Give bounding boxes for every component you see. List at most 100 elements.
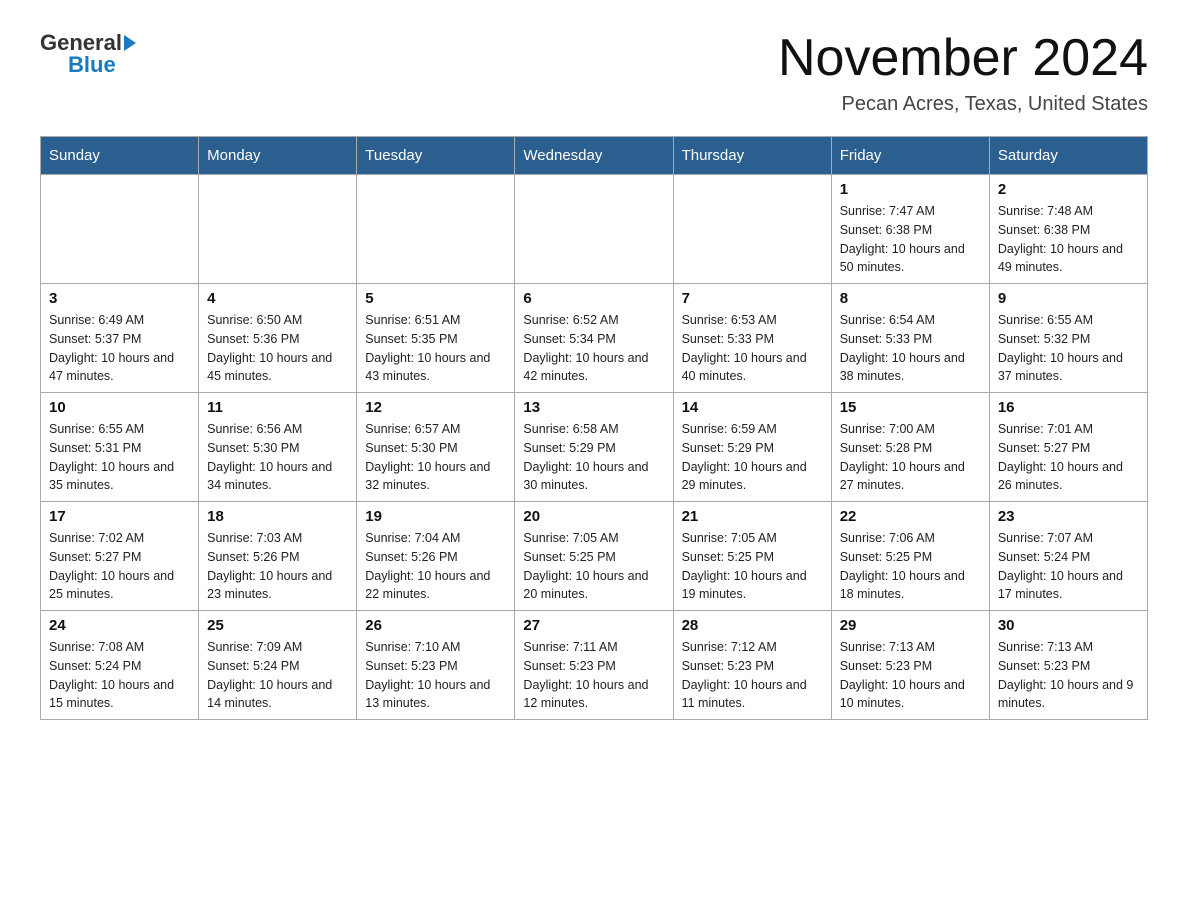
- day-number: 10: [49, 399, 190, 416]
- calendar-cell-w4-d1: 25Sunrise: 7:09 AM Sunset: 5:24 PM Dayli…: [199, 611, 357, 720]
- header: General Blue November 2024 Pecan Acres, …: [40, 30, 1148, 116]
- logo-blue: Blue: [68, 52, 116, 78]
- day-info: Sunrise: 7:10 AM Sunset: 5:23 PM Dayligh…: [365, 638, 506, 713]
- day-info: Sunrise: 6:54 AM Sunset: 5:33 PM Dayligh…: [840, 311, 981, 386]
- day-info: Sunrise: 7:03 AM Sunset: 5:26 PM Dayligh…: [207, 529, 348, 604]
- calendar-cell-w2-d3: 13 Sunrise: 6:58 AM Sunset: 5:29 PM Dayli…: [515, 393, 673, 502]
- day-number: 15: [840, 399, 981, 416]
- calendar-cell-w4-d6: 30Sunrise: 7:13 AM Sunset: 5:23 PM Dayli…: [989, 611, 1147, 720]
- calendar-cell-w1-d1: 4 Sunrise: 6:50 AM Sunset: 5:36 PM Daylig…: [199, 284, 357, 393]
- day-number: 3: [49, 290, 190, 307]
- day-number: 23: [998, 508, 1139, 525]
- day-number: 21: [682, 508, 823, 525]
- day-number: 2: [998, 181, 1139, 198]
- day-info: Sunrise: 7:48 AM Sunset: 6:38 PM Dayligh…: [998, 202, 1139, 277]
- day-info: Sunrise: 7:13 AM Sunset: 5:23 PM Dayligh…: [840, 638, 981, 713]
- day-info: Sunrise: 7:02 AM Sunset: 5:27 PM Dayligh…: [49, 529, 190, 604]
- calendar-cell-w2-d4: 14 Sunrise: 6:59 AM Sunset: 5:29 PM Dayli…: [673, 393, 831, 502]
- day-number: 22: [840, 508, 981, 525]
- day-info: Sunrise: 6:55 AM Sunset: 5:32 PM Dayligh…: [998, 311, 1139, 386]
- calendar-cell-w1-d0: 3Sunrise: 6:49 AM Sunset: 5:37 PM Daylig…: [41, 284, 199, 393]
- calendar-cell-w1-d3: 6Sunrise: 6:52 AM Sunset: 5:34 PM Daylig…: [515, 284, 673, 393]
- day-number: 24: [49, 617, 190, 634]
- calendar-cell-w1-d5: 8 Sunrise: 6:54 AM Sunset: 5:33 PM Daylig…: [831, 284, 989, 393]
- calendar-cell-w0-d4: [673, 175, 831, 284]
- title-area: November 2024 Pecan Acres, Texas, United…: [778, 30, 1148, 116]
- weekday-header-saturday: Saturday: [989, 137, 1147, 175]
- day-info: Sunrise: 6:55 AM Sunset: 5:31 PM Dayligh…: [49, 420, 190, 495]
- calendar-cell-w1-d4: 7 Sunrise: 6:53 AM Sunset: 5:33 PM Daylig…: [673, 284, 831, 393]
- day-number: 18: [207, 508, 348, 525]
- day-info: Sunrise: 7:04 AM Sunset: 5:26 PM Dayligh…: [365, 529, 506, 604]
- day-info: Sunrise: 6:52 AM Sunset: 5:34 PM Dayligh…: [523, 311, 664, 386]
- weekday-header-row: SundayMondayTuesdayWednesdayThursdayFrid…: [41, 137, 1148, 175]
- day-number: 16: [998, 399, 1139, 416]
- day-info: Sunrise: 7:08 AM Sunset: 5:24 PM Dayligh…: [49, 638, 190, 713]
- day-number: 7: [682, 290, 823, 307]
- calendar-cell-w2-d2: 12 Sunrise: 6:57 AM Sunset: 5:30 PM Dayli…: [357, 393, 515, 502]
- day-number: 5: [365, 290, 506, 307]
- logo: General Blue: [40, 30, 140, 78]
- day-info: Sunrise: 6:56 AM Sunset: 5:30 PM Dayligh…: [207, 420, 348, 495]
- calendar-cell-w0-d3: [515, 175, 673, 284]
- day-info: Sunrise: 6:58 AM Sunset: 5:29 PM Dayligh…: [523, 420, 664, 495]
- calendar-cell-w0-d5: 1 Sunrise: 7:47 AM Sunset: 6:38 PM Daylig…: [831, 175, 989, 284]
- day-number: 20: [523, 508, 664, 525]
- day-info: Sunrise: 7:13 AM Sunset: 5:23 PM Dayligh…: [998, 638, 1139, 713]
- calendar-cell-w2-d1: 11 Sunrise: 6:56 AM Sunset: 5:30 PM Dayli…: [199, 393, 357, 502]
- day-info: Sunrise: 7:01 AM Sunset: 5:27 PM Dayligh…: [998, 420, 1139, 495]
- day-number: 11: [207, 399, 348, 416]
- calendar-cell-w0-d2: [357, 175, 515, 284]
- day-number: 19: [365, 508, 506, 525]
- weekday-header-monday: Monday: [199, 137, 357, 175]
- calendar: SundayMondayTuesdayWednesdayThursdayFrid…: [40, 136, 1148, 720]
- day-info: Sunrise: 7:11 AM Sunset: 5:23 PM Dayligh…: [523, 638, 664, 713]
- day-info: Sunrise: 6:50 AM Sunset: 5:36 PM Dayligh…: [207, 311, 348, 386]
- weekday-header-tuesday: Tuesday: [357, 137, 515, 175]
- calendar-cell-w2-d6: 16 Sunrise: 7:01 AM Sunset: 5:27 PM Dayli…: [989, 393, 1147, 502]
- calendar-cell-w3-d1: 18 Sunrise: 7:03 AM Sunset: 5:26 PM Dayli…: [199, 502, 357, 611]
- calendar-cell-w4-d5: 29 Sunrise: 7:13 AM Sunset: 5:23 PM Dayli…: [831, 611, 989, 720]
- day-info: Sunrise: 7:06 AM Sunset: 5:25 PM Dayligh…: [840, 529, 981, 604]
- week-row-1: 3Sunrise: 6:49 AM Sunset: 5:37 PM Daylig…: [41, 284, 1148, 393]
- day-info: Sunrise: 7:07 AM Sunset: 5:24 PM Dayligh…: [998, 529, 1139, 604]
- day-number: 14: [682, 399, 823, 416]
- subtitle: Pecan Acres, Texas, United States: [778, 93, 1148, 116]
- calendar-cell-w3-d2: 19 Sunrise: 7:04 AM Sunset: 5:26 PM Dayli…: [357, 502, 515, 611]
- day-number: 4: [207, 290, 348, 307]
- calendar-cell-w4-d0: 24 Sunrise: 7:08 AM Sunset: 5:24 PM Dayli…: [41, 611, 199, 720]
- day-number: 1: [840, 181, 981, 198]
- day-info: Sunrise: 7:47 AM Sunset: 6:38 PM Dayligh…: [840, 202, 981, 277]
- calendar-cell-w0-d1: [199, 175, 357, 284]
- day-number: 27: [523, 617, 664, 634]
- day-info: Sunrise: 6:51 AM Sunset: 5:35 PM Dayligh…: [365, 311, 506, 386]
- week-row-2: 10 Sunrise: 6:55 AM Sunset: 5:31 PM Dayli…: [41, 393, 1148, 502]
- weekday-header-wednesday: Wednesday: [515, 137, 673, 175]
- day-info: Sunrise: 7:05 AM Sunset: 5:25 PM Dayligh…: [682, 529, 823, 604]
- week-row-4: 24 Sunrise: 7:08 AM Sunset: 5:24 PM Dayli…: [41, 611, 1148, 720]
- calendar-cell-w3-d6: 23 Sunrise: 7:07 AM Sunset: 5:24 PM Dayli…: [989, 502, 1147, 611]
- day-info: Sunrise: 7:00 AM Sunset: 5:28 PM Dayligh…: [840, 420, 981, 495]
- day-number: 29: [840, 617, 981, 634]
- day-info: Sunrise: 6:53 AM Sunset: 5:33 PM Dayligh…: [682, 311, 823, 386]
- main-title: November 2024: [778, 30, 1148, 87]
- day-number: 13: [523, 399, 664, 416]
- calendar-cell-w4-d4: 28Sunrise: 7:12 AM Sunset: 5:23 PM Dayli…: [673, 611, 831, 720]
- logo-arrow-icon: [124, 35, 136, 51]
- day-info: Sunrise: 7:12 AM Sunset: 5:23 PM Dayligh…: [682, 638, 823, 713]
- calendar-cell-w3-d4: 21 Sunrise: 7:05 AM Sunset: 5:25 PM Dayli…: [673, 502, 831, 611]
- day-number: 12: [365, 399, 506, 416]
- week-row-0: 1 Sunrise: 7:47 AM Sunset: 6:38 PM Daylig…: [41, 175, 1148, 284]
- day-number: 17: [49, 508, 190, 525]
- day-info: Sunrise: 6:57 AM Sunset: 5:30 PM Dayligh…: [365, 420, 506, 495]
- week-row-3: 17 Sunrise: 7:02 AM Sunset: 5:27 PM Dayli…: [41, 502, 1148, 611]
- calendar-cell-w1-d2: 5 Sunrise: 6:51 AM Sunset: 5:35 PM Daylig…: [357, 284, 515, 393]
- calendar-cell-w0-d6: 2 Sunrise: 7:48 AM Sunset: 6:38 PM Daylig…: [989, 175, 1147, 284]
- calendar-cell-w1-d6: 9Sunrise: 6:55 AM Sunset: 5:32 PM Daylig…: [989, 284, 1147, 393]
- weekday-header-sunday: Sunday: [41, 137, 199, 175]
- calendar-cell-w3-d0: 17 Sunrise: 7:02 AM Sunset: 5:27 PM Dayli…: [41, 502, 199, 611]
- day-info: Sunrise: 7:09 AM Sunset: 5:24 PM Dayligh…: [207, 638, 348, 713]
- day-number: 8: [840, 290, 981, 307]
- day-info: Sunrise: 7:05 AM Sunset: 5:25 PM Dayligh…: [523, 529, 664, 604]
- day-info: Sunrise: 6:59 AM Sunset: 5:29 PM Dayligh…: [682, 420, 823, 495]
